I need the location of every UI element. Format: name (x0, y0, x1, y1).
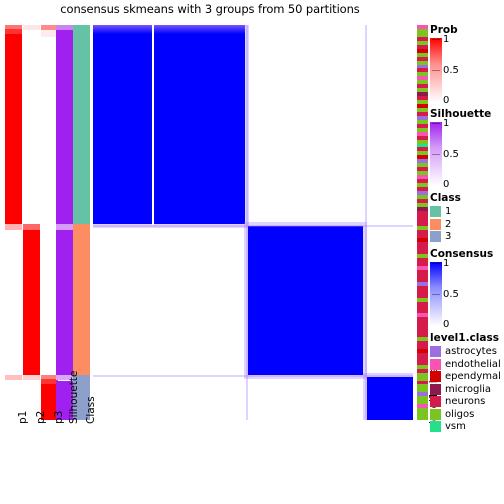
consensus-block (93, 25, 245, 225)
annotation-segment (73, 224, 90, 375)
legend-level1-class: level1.class astrocytes endothelial ependy… (430, 332, 504, 432)
consensus-block (247, 225, 364, 375)
consensus-heatmap (93, 25, 413, 420)
column-label-p3: p3 (53, 410, 65, 424)
column-label-p1: p1 (17, 410, 29, 424)
annotation-bar-p2 (23, 25, 40, 420)
legend-level1-class-swatch (430, 358, 441, 370)
legend-level1-class-swatch (430, 383, 441, 395)
legend-level1-class-swatch (430, 421, 441, 432)
heatmap-class-divider (93, 224, 413, 227)
legend-level1-class-item: ependymal (430, 371, 504, 382)
legend-level1-class-item: oligos (430, 408, 504, 420)
legend-class-label: 1 (445, 206, 452, 217)
legend-level1-class-item: astrocytes (430, 346, 504, 357)
legend-level1-class-label: microglia (445, 383, 492, 395)
legend-prob-title: Prob (430, 24, 458, 36)
heatmap-class-divider (245, 25, 248, 420)
heatmap-class-divider (93, 375, 413, 378)
column-label-class: Class (85, 396, 97, 424)
annotation-segment (73, 25, 90, 225)
level1-class-cell (417, 416, 428, 420)
legend-level1-class-swatch (430, 408, 441, 420)
legend-class-swatch (430, 206, 441, 217)
legend-level1-class-title: level1.class (430, 332, 499, 344)
annotation-bar-level1-class (417, 25, 428, 420)
legend-silhouette: Silhouette 1 0.5 0 (430, 108, 504, 190)
heatmap-split (152, 25, 154, 226)
legend-prob-tick-1: 1 (443, 34, 450, 45)
legend-consensus-tick-0: 0 (443, 319, 450, 330)
legend-class: Class 123 (430, 192, 504, 242)
legend-silhouette-tick-0.5: 0.5 (443, 149, 459, 160)
column-label-p2: p2 (35, 410, 47, 424)
legend-level1-class-label: astrocytes (445, 346, 497, 357)
legend-level1-class-item: microglia (430, 383, 504, 395)
legend-class-label: 3 (445, 231, 452, 242)
page-title: consensus skmeans with 3 groups from 50 … (60, 2, 360, 16)
legend-level1-class-swatch (430, 346, 441, 357)
legend-class-swatch (430, 231, 441, 242)
legend-level1-class-item: vsm (430, 421, 504, 432)
legend-class-swatch (430, 218, 441, 230)
legend-class-item: 1 (430, 206, 504, 217)
legend-class-title: Class (430, 192, 461, 204)
legend-level1-class-swatch (430, 396, 441, 407)
legend-level1-class-label: ependymal (445, 371, 501, 382)
legend-class-item: 3 (430, 231, 504, 242)
legend-consensus-tick-0.5: 0.5 (443, 289, 459, 300)
legend-consensus: Consensus 1 0.5 0 (430, 248, 504, 330)
legend-level1-class-label: oligos (445, 408, 475, 420)
legend-silhouette-tick-1: 1 (443, 118, 450, 129)
annotation-segment (5, 33, 22, 225)
legend-silhouette-title: Silhouette (430, 108, 492, 120)
annotation-segment (5, 230, 22, 375)
annotation-bar-silhouette (56, 25, 73, 420)
legend-consensus-title: Consensus (430, 248, 494, 260)
legend-level1-class-label: endothelial (445, 358, 501, 370)
legend-prob: Prob 1 0.5 0 (430, 24, 504, 106)
annotation-segment (56, 29, 73, 225)
legend-consensus-tick-1: 1 (443, 258, 450, 269)
legend-level1-class-item: neurons (430, 396, 504, 407)
annotation-segment (23, 229, 40, 375)
annotation-segment (56, 229, 73, 375)
heatmap-class-divider (364, 25, 367, 420)
consensus-block (366, 376, 413, 420)
legend-prob-tick-0: 0 (443, 95, 450, 106)
legend-level1-class-label: neurons (445, 396, 486, 407)
annotation-segment (23, 29, 40, 225)
legend-level1-class-swatch (430, 371, 441, 382)
legend-panel: Prob 1 0.5 0 Silhouette 1 0.5 0 Class 1 … (430, 24, 504, 438)
legend-level1-class-label: vsm (445, 421, 466, 432)
annotation-bar-class (73, 25, 90, 420)
legend-silhouette-tick-0: 0 (443, 179, 450, 190)
legend-class-item: 2 (430, 218, 504, 230)
legend-class-label: 2 (445, 218, 452, 230)
column-label-silhouette: Silhouette (68, 370, 80, 424)
heatmap-figure: consensus skmeans with 3 groups from 50 … (0, 0, 504, 504)
legend-prob-tick-0.5: 0.5 (443, 65, 459, 76)
annotation-bar-p1 (5, 25, 22, 420)
legend-level1-class-item: endothelial (430, 358, 504, 370)
